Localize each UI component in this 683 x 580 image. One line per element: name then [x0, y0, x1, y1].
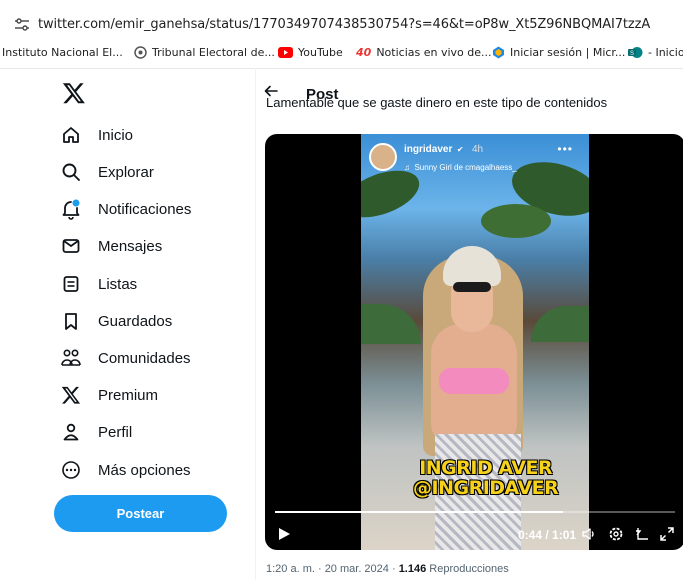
umbrella-decoration: [531, 306, 589, 342]
column-divider: [255, 68, 256, 580]
story-header: ingridaver ✔ 4h ♫ Sunny Girl de cmagalha…: [369, 139, 517, 175]
tweet-body: Lamentable que se gaste dinero en este t…: [266, 96, 608, 110]
bookmark-label: Noticias en vivo de...: [376, 46, 492, 59]
sidebar-item-listas[interactable]: Listas: [60, 269, 137, 299]
bookmark-label: YouTube: [298, 46, 343, 59]
more-icon: [60, 459, 82, 481]
bookmark-microsoft[interactable]: Iniciar sesión | Micr...: [492, 46, 625, 59]
tweet-text: Lamentable que se gaste dinero en este t…: [266, 96, 671, 113]
bookmark-youtube[interactable]: YouTube: [278, 46, 343, 59]
sidebar-item-label: Más opciones: [98, 461, 191, 479]
bookmark-label: Tribunal Electoral de...: [152, 46, 275, 59]
post-button[interactable]: Postear: [54, 495, 227, 532]
play-icon[interactable]: [277, 527, 291, 541]
bookmark-instituto[interactable]: Instituto Nacional El...: [2, 46, 123, 59]
music-icon: ♫: [404, 163, 410, 172]
sidebar-item-explorar[interactable]: Explorar: [60, 157, 154, 187]
bookmark-icon: [60, 310, 82, 332]
sidebar-item-guardados[interactable]: Guardados: [60, 306, 172, 336]
umbrella-decoration: [361, 304, 421, 344]
story-song: Sunny Girl de cmagalhaess_: [414, 163, 517, 172]
sidebar-item-label: Premium: [98, 386, 159, 404]
sidebar-item-label: Perfil: [98, 423, 133, 441]
profile-icon: [60, 421, 82, 443]
volume-icon[interactable]: [581, 526, 597, 542]
bookmark-sharepoint[interactable]: S - Inicio: [628, 46, 683, 59]
communities-icon: [60, 347, 82, 369]
video-caption: INGRID AVER @INGRIDAVER: [413, 457, 559, 499]
post-timestamp[interactable]: 1:20 a. m. · 20 mar. 2024 ·: [266, 563, 399, 575]
video-time: 0:44 / 1:01: [518, 528, 577, 542]
sidebar-item-inicio[interactable]: Inicio: [60, 120, 133, 150]
sidebar-item-mas-opciones[interactable]: Más opciones: [60, 455, 191, 485]
sidebar-item-comunidades[interactable]: Comunidades: [60, 343, 191, 373]
youtube-icon: [278, 47, 293, 58]
sidebar-item-label: Mensajes: [98, 237, 163, 255]
sidebar-item-label: Comunidades: [98, 349, 191, 367]
sidebar-item-perfil[interactable]: Perfil: [60, 417, 132, 447]
sidebar-item-mensajes[interactable]: Mensajes: [60, 231, 162, 261]
bookmark-label: Instituto Nacional El...: [2, 46, 123, 59]
more-dots-icon: •••: [557, 142, 573, 156]
sidebar-item-notificaciones[interactable]: Notificaciones: [60, 194, 191, 224]
sidebar-item-label: Explorar: [98, 163, 154, 181]
views-count: 1.146: [398, 563, 427, 575]
caption-line-2: @INGRIDAVER: [413, 477, 559, 499]
person-swimwear: [439, 368, 509, 394]
person-sunglasses: [453, 282, 491, 292]
list-icon: [60, 273, 82, 295]
sidebar-item-label: Guardados: [98, 312, 173, 330]
video-frame: ingridaver ✔ 4h ♫ Sunny Girl de cmagalha…: [361, 134, 589, 550]
bookmark-label: - Inicio: [648, 46, 683, 59]
bookmark-noticias[interactable]: 40 Noticias en vivo de...: [356, 46, 492, 59]
bookmark-tribunal[interactable]: Tribunal Electoral de...: [134, 46, 275, 59]
palm-decoration: [481, 204, 551, 238]
browser-address-bar: twitter.com/emir_ganehsa/status/17703497…: [0, 0, 683, 40]
post-meta: 1:20 a. m. · 20 mar. 2024 · 1.146 Reprod…: [266, 563, 509, 575]
verified-icon: ✔: [456, 145, 464, 154]
sharepoint-icon: S: [628, 47, 643, 58]
microsoft-icon: [493, 46, 504, 59]
settings-gear-icon[interactable]: [608, 526, 624, 542]
tribunal-icon: [134, 46, 147, 59]
bell-icon: [60, 198, 82, 220]
bookmark-label: Iniciar sesión | Micr...: [510, 46, 626, 59]
video-progress-bar[interactable]: [275, 511, 675, 513]
video-progress-fill: [275, 511, 563, 513]
site-settings-icon[interactable]: [14, 18, 30, 32]
news-icon: 40: [356, 46, 372, 59]
story-username: ingridaver: [404, 144, 453, 155]
views-label: Reproducciones: [426, 563, 509, 575]
sidebar-item-premium[interactable]: Premium: [60, 380, 158, 410]
x-logo-icon[interactable]: [62, 81, 86, 105]
home-icon: [60, 124, 82, 146]
x-logo-icon: [60, 384, 82, 406]
fullscreen-icon[interactable]: [659, 526, 675, 542]
person-hat: [443, 246, 501, 286]
url-bar[interactable]: twitter.com/emir_ganehsa/status/17703497…: [8, 7, 678, 33]
mail-icon: [60, 235, 82, 257]
svg-text:S: S: [630, 51, 634, 57]
video-player[interactable]: ingridaver ✔ 4h ♫ Sunny Girl de cmagalha…: [265, 134, 683, 550]
avatar: [369, 143, 397, 171]
sidebar-item-label: Listas: [98, 275, 138, 293]
url-text[interactable]: twitter.com/emir_ganehsa/status/17703497…: [38, 17, 650, 32]
search-icon: [60, 161, 82, 183]
caption-line-1: INGRID AVER: [419, 457, 553, 479]
bookmarks-bar: Instituto Nacional El... Tribunal Electo…: [0, 40, 683, 69]
sidebar-item-label: Inicio: [98, 126, 134, 144]
picture-in-picture-icon[interactable]: [634, 526, 650, 542]
story-time: 4h: [471, 144, 484, 155]
sidebar-item-label: Notificaciones: [98, 200, 192, 218]
